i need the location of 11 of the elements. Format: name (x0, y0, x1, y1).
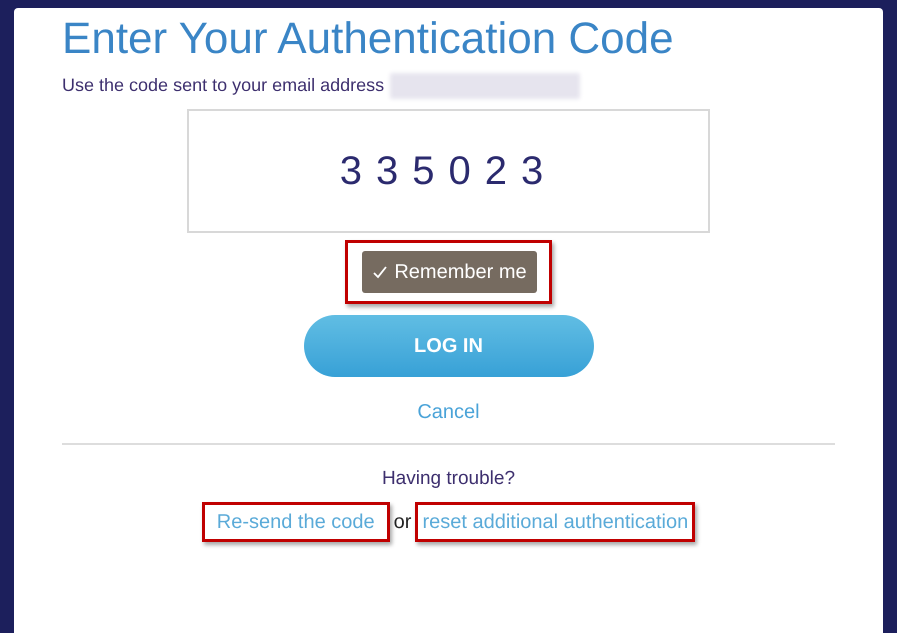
code-field[interactable]: 335023 (187, 109, 710, 233)
trouble-heading: Having trouble? (382, 467, 516, 491)
check-icon (372, 264, 388, 280)
instruction-text: Use the code sent to your email address (62, 74, 384, 97)
login-button[interactable]: LOG IN (304, 315, 594, 377)
remember-me-toggle[interactable]: Remember me (362, 251, 537, 293)
resend-link[interactable]: Re-send the code (216, 506, 375, 536)
reset-link[interactable]: reset additional authentication (422, 506, 688, 536)
cancel-link[interactable]: Cancel (417, 397, 480, 427)
or-text: or (392, 510, 412, 534)
page-title: Enter Your Authentication Code (62, 13, 675, 65)
